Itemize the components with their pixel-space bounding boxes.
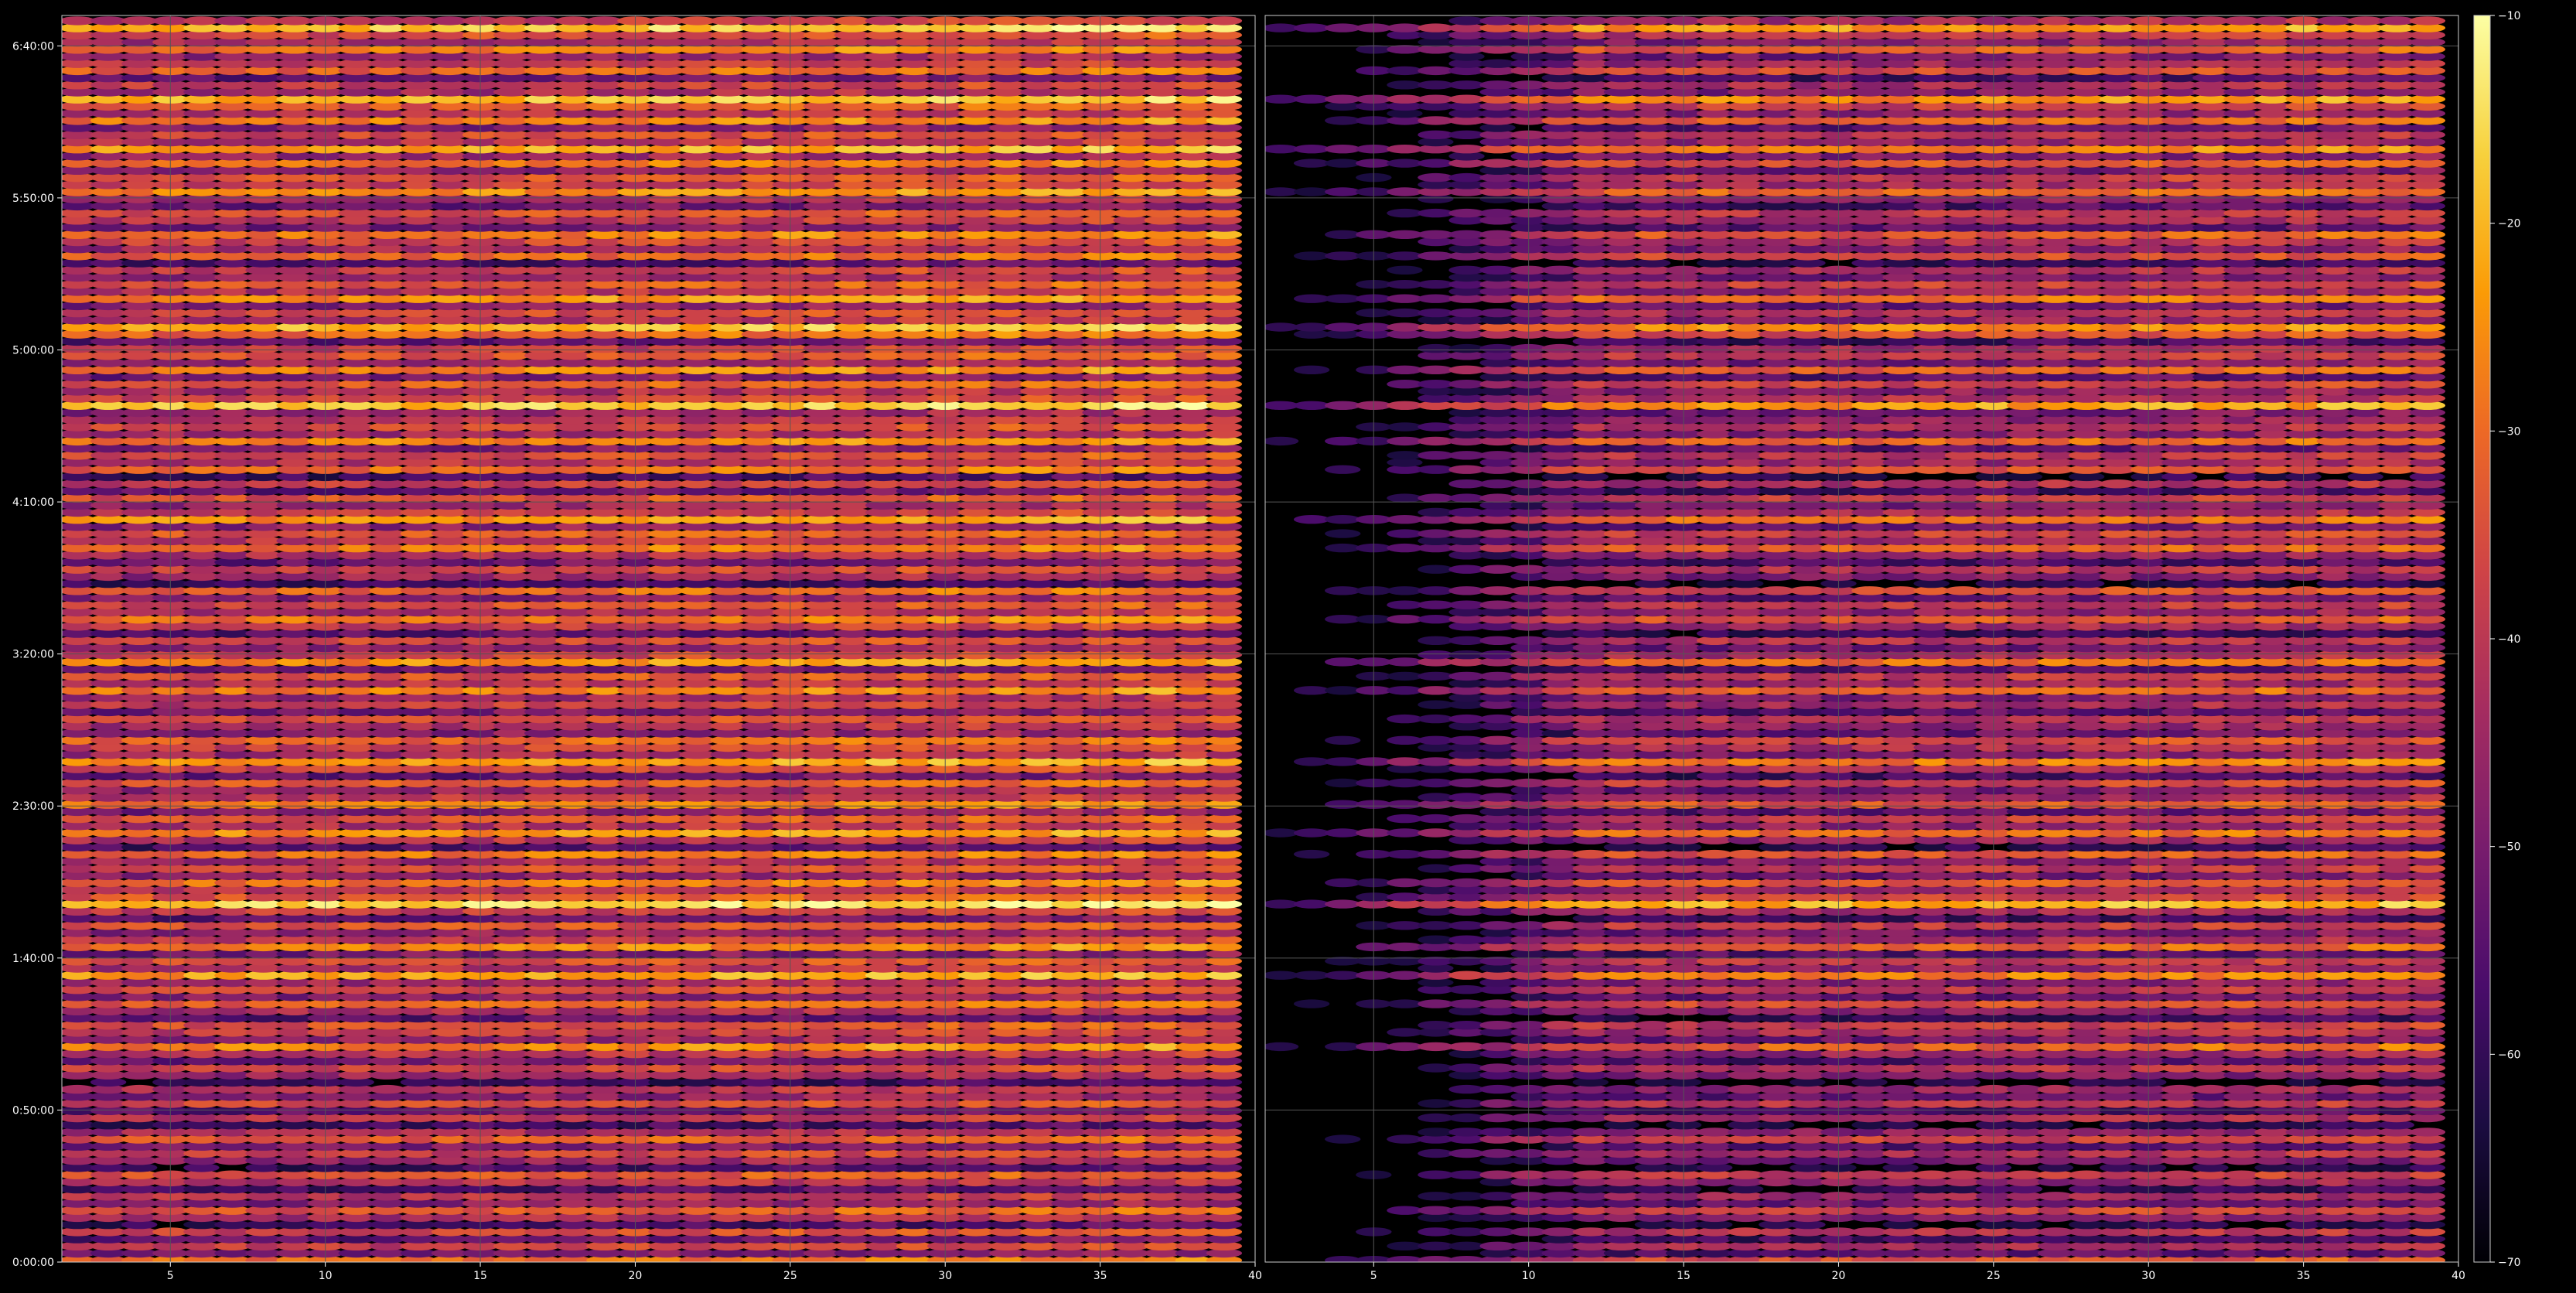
heatmap-cell (121, 1084, 158, 1094)
heatmap-panel-left (62, 15, 1255, 1262)
heatmap-cell (214, 1170, 251, 1179)
heatmap-chart: 0:00:000:50:001:40:002:30:003:20:004:10:… (12, 10, 2521, 1282)
heatmap-cell (369, 1084, 405, 1094)
heatmap-figure: 0:00:00 0:50:00 1:40:00 2:30:00 3:20:00 4:10:… (0, 0, 2576, 1293)
heatmap-cell (62, 1084, 96, 1094)
